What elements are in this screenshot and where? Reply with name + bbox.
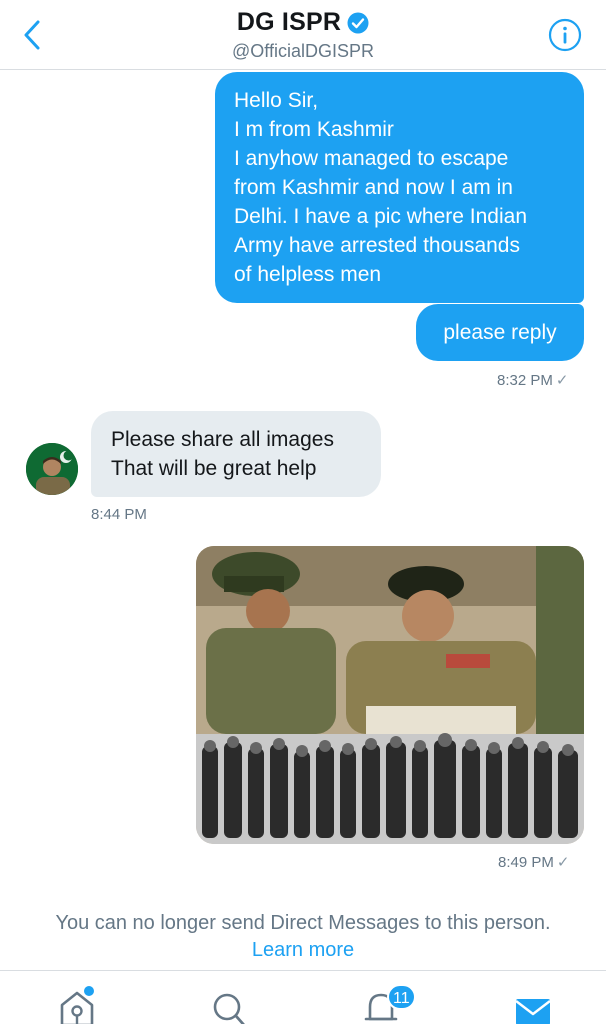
received-message-bubble[interactable]: Please share all images That will be gre… — [91, 411, 381, 497]
avatar[interactable] — [26, 443, 78, 495]
message-timestamp: 8:32 PM ✓ — [497, 372, 569, 389]
tab-messages[interactable] — [510, 985, 556, 1024]
message-text: please reply — [443, 321, 557, 344]
message-line: of helpless men — [234, 263, 382, 286]
read-check-icon: ✓ — [555, 372, 569, 389]
conversation-title-block[interactable]: DG ISPR @OfficialDGISPR — [0, 8, 606, 62]
message-line: That will be great help — [111, 457, 317, 480]
sent-message-bubble[interactable]: please reply — [416, 304, 584, 361]
conversation-handle: @OfficialDGISPR — [232, 41, 374, 61]
info-icon — [548, 18, 582, 52]
message-line: from Kashmir and now I am in — [234, 176, 513, 199]
blocked-text: You can no longer send Direct Messages t… — [55, 912, 551, 934]
search-icon — [213, 993, 245, 1024]
message-line: I anyhow managed to escape — [234, 147, 509, 170]
message-line: Please share all images — [111, 428, 334, 451]
conversation-title: DG ISPR — [236, 8, 342, 36]
conversation-header: DG ISPR @OfficialDGISPR — [0, 0, 606, 70]
learn-more-link[interactable]: Learn more — [0, 937, 606, 964]
verified-badge-icon — [347, 12, 369, 33]
sent-message-bubble[interactable]: Hello Sir, I m from Kashmir I anyhow man… — [215, 72, 584, 303]
shared-photo — [196, 546, 584, 844]
home-new-content-dot — [84, 986, 94, 996]
message-line: Delhi. I have a pic where Indian — [234, 205, 528, 228]
blocked-notice: You can no longer send Direct Messages t… — [0, 910, 606, 964]
notifications-count-badge: 11 — [387, 984, 416, 1010]
message-timestamp: 8:44 PM — [91, 506, 147, 523]
read-check-icon: ✓ — [556, 854, 570, 871]
avatar-image — [26, 443, 78, 495]
message-line: I m from Kashmir — [234, 118, 394, 141]
message-line: Hello Sir, — [234, 89, 319, 112]
tab-search[interactable] — [206, 985, 252, 1024]
envelope-icon — [515, 999, 551, 1024]
info-button[interactable] — [548, 18, 582, 52]
sent-image-message[interactable] — [196, 546, 584, 844]
bottom-tab-bar — [0, 970, 606, 1024]
message-line: Army have arrested thousands — [234, 234, 520, 257]
message-timestamp: 8:49 PM ✓ — [498, 854, 570, 871]
